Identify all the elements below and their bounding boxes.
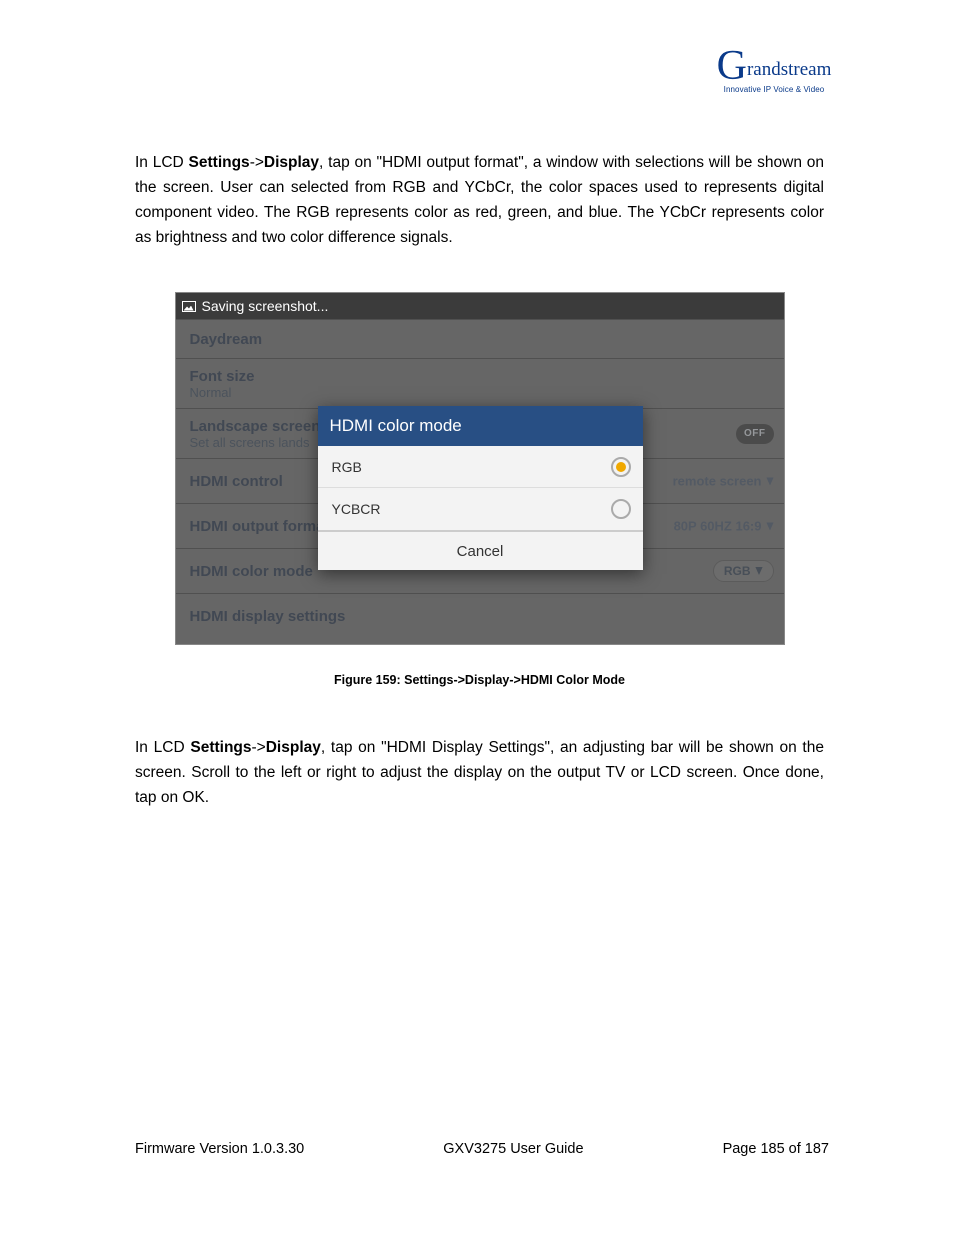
p1-sep: ->	[250, 154, 264, 171]
device-screenshot: Saving screenshot... Daydream Font size …	[175, 292, 785, 645]
row-hdmi-display-label: HDMI display settings	[190, 608, 346, 625]
rgb-capsule-label: RGB	[724, 564, 751, 578]
off-badge[interactable]: OFF	[736, 424, 774, 444]
dialog-option-rgb-label: RGB	[332, 459, 362, 475]
row-landscape-right: OFF	[736, 424, 774, 444]
row-hdmi-control-value: remote screen	[673, 474, 762, 489]
screenshot-icon	[182, 301, 196, 312]
dialog-title: HDMI color mode	[318, 406, 643, 446]
row-landscape-sub: Set all screens lands	[190, 435, 310, 450]
status-bar: Saving screenshot...	[176, 293, 784, 319]
row-hdmi-output-right: 80P 60HZ 16:9	[674, 519, 774, 534]
brand-rest: randstream	[747, 59, 831, 80]
hdmi-color-mode-dialog: HDMI color mode RGB YCBCR Cancel	[318, 406, 643, 570]
dialog-option-ycbcr[interactable]: YCBCR	[318, 488, 643, 530]
row-font-size[interactable]: Font size Normal	[176, 359, 784, 409]
figure-caption: Figure 159: Settings->Display->HDMI Colo…	[175, 673, 785, 687]
row-hdmi-display-settings[interactable]: HDMI display settings	[176, 594, 784, 639]
row-hdmi-output-value: 80P 60HZ 16:9	[674, 519, 762, 534]
brand-name: Grandstream	[704, 52, 844, 85]
footer-title: GXV3275 User Guide	[443, 1141, 583, 1157]
p2-sep: ->	[252, 739, 266, 756]
row-hdmi-control-right: remote screen	[673, 474, 774, 489]
paragraph-2: In LCD Settings->Display, tap on "HDMI D…	[135, 735, 824, 810]
footer-page-number: Page 185 of 187	[723, 1141, 829, 1157]
radio-unselected-icon[interactable]	[611, 499, 631, 519]
p2-pre: In LCD	[135, 739, 190, 756]
brand-initial: G	[717, 52, 747, 81]
triangle-icon	[766, 477, 773, 485]
row-daydream-label: Daydream	[190, 331, 263, 348]
brand-logo: Grandstream Innovative IP Voice & Video	[704, 52, 844, 94]
figure-screenshot: Saving screenshot... Daydream Font size …	[175, 292, 785, 687]
p2-settings: Settings	[190, 739, 251, 756]
radio-selected-icon[interactable]	[611, 457, 631, 477]
dialog-option-ycbcr-label: YCBCR	[332, 501, 381, 517]
brand-tagline: Innovative IP Voice & Video	[704, 85, 844, 94]
rgb-capsule[interactable]: RGB	[713, 560, 774, 582]
row-font-size-value: Normal	[190, 385, 232, 400]
row-daydream[interactable]: Daydream	[176, 319, 784, 359]
status-text: Saving screenshot...	[202, 298, 329, 314]
p1-settings: Settings	[189, 154, 250, 171]
row-hdmi-output-label: HDMI output forma	[190, 518, 325, 535]
p1-pre: In LCD	[135, 154, 189, 171]
triangle-icon	[755, 567, 762, 575]
row-font-size-title: Font size	[190, 368, 255, 385]
document-page: Grandstream Innovative IP Voice & Video …	[0, 0, 954, 1235]
p1-display: Display	[264, 154, 319, 171]
triangle-icon	[766, 522, 773, 530]
paragraph-1: In LCD Settings->Display, tap on "HDMI o…	[135, 150, 824, 250]
footer-firmware: Firmware Version 1.0.3.30	[135, 1141, 304, 1157]
p2-display: Display	[266, 739, 321, 756]
row-hdmi-color-right: RGB	[713, 560, 774, 582]
row-hdmi-control-label: HDMI control	[190, 473, 283, 490]
row-landscape-title: Landscape screen	[190, 418, 321, 435]
page-footer: Firmware Version 1.0.3.30 GXV3275 User G…	[135, 1141, 829, 1157]
row-hdmi-color-label: HDMI color mode	[190, 563, 313, 580]
dialog-option-rgb[interactable]: RGB	[318, 446, 643, 488]
cancel-button[interactable]: Cancel	[318, 530, 643, 570]
